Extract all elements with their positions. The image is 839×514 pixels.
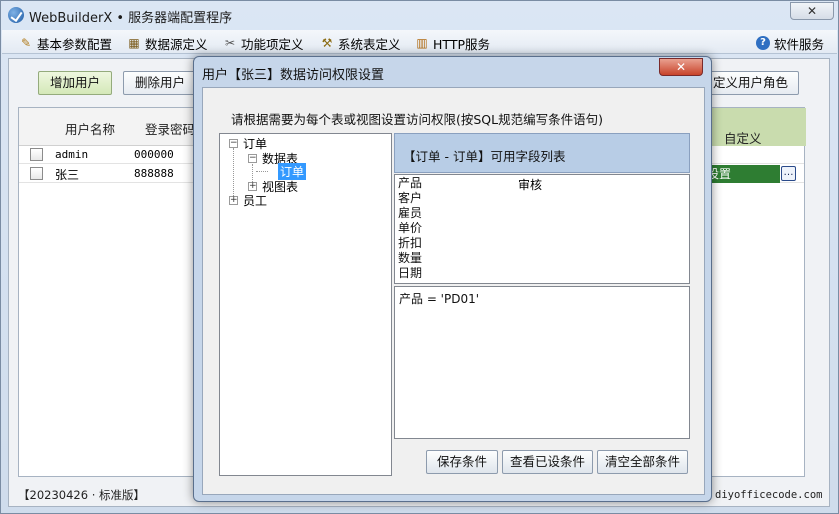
- window-close-button[interactable]: ✕: [790, 2, 834, 20]
- clear-conditions-button[interactable]: 清空全部条件: [597, 450, 688, 474]
- menu-bar: ✎ 基本参数配置 ▦ 数据源定义 ✂ 功能项定义 ⚒ 系统表定义 ▥ HTTP服…: [2, 30, 837, 54]
- menu-function-items[interactable]: ✂ 功能项定义: [223, 34, 304, 52]
- window-title: WebBuilderX • 服务器端配置程序: [29, 11, 233, 26]
- pencil-icon: ✎: [20, 36, 32, 50]
- field-item[interactable]: 折扣: [398, 236, 422, 251]
- row-checkbox[interactable]: [30, 148, 43, 161]
- menu-basic-params[interactable]: ✎ 基本参数配置: [19, 34, 112, 52]
- custom-column-header-bg: 自定义: [705, 108, 806, 146]
- menu-http-service[interactable]: ▥ HTTP服务: [415, 34, 490, 52]
- tree-expand-icon[interactable]: +: [229, 196, 238, 205]
- dialog-close-button[interactable]: ✕: [659, 58, 703, 76]
- fields-list[interactable]: 产品 审核 客户 雇员 单价 折扣 数量 日期: [394, 174, 690, 284]
- condition-editor[interactable]: 产品 = 'PD01': [394, 286, 690, 439]
- permission-dialog: 用户【张三】数据访问权限设置 ✕ 请根据需要为每个表或视图设置访问权限(按SQL…: [193, 56, 712, 502]
- tree-node-views[interactable]: 视图表: [262, 178, 298, 195]
- col-password[interactable]: 登录密码: [145, 119, 195, 138]
- menu-system-tables[interactable]: ⚒ 系统表定义: [320, 34, 401, 52]
- field-item[interactable]: 客户: [398, 191, 422, 206]
- field-item[interactable]: 产品: [398, 176, 422, 191]
- field-item[interactable]: 日期: [398, 266, 422, 281]
- col-username[interactable]: 用户名称: [65, 119, 115, 138]
- row-checkbox[interactable]: [30, 167, 43, 180]
- tree-collapse-icon[interactable]: −: [248, 154, 257, 163]
- server-icon: ▥: [416, 36, 428, 50]
- row-password: 000000: [134, 148, 174, 161]
- define-user-role-button[interactable]: 定义用户角色: [704, 71, 799, 95]
- field-item[interactable]: 数量: [398, 251, 422, 266]
- dialog-hint: 请根据需要为每个表或视图设置访问权限(按SQL规范编写条件语句): [231, 112, 603, 127]
- database-icon: ▦: [128, 36, 140, 50]
- tree-expand-icon[interactable]: +: [248, 182, 257, 191]
- table-tree: − 订单 − 数据表 订单 + 视图表 + 员工: [219, 133, 392, 476]
- condition-text: 产品 = 'PD01': [399, 292, 480, 306]
- app-logo-icon: [8, 7, 24, 23]
- dialog-body: 请根据需要为每个表或视图设置访问权限(按SQL规范编写条件语句) − 订单 − …: [202, 87, 705, 495]
- status-version: 【20230426 · 标准版】: [18, 488, 145, 502]
- field-item[interactable]: 雇员: [398, 206, 422, 221]
- save-condition-button[interactable]: 保存条件: [426, 450, 498, 474]
- help-icon: ?: [756, 36, 770, 50]
- menu-datasource[interactable]: ▦ 数据源定义: [127, 34, 207, 52]
- menu-software-service[interactable]: ? 软件服务: [756, 34, 824, 52]
- row-username: admin: [55, 148, 89, 161]
- role-setting-cell[interactable]: 设置: [705, 165, 780, 183]
- dialog-title: 用户【张三】数据访问权限设置: [202, 68, 385, 83]
- col-custom-label: 自定义: [724, 131, 762, 146]
- add-user-button[interactable]: 增加用户: [38, 71, 112, 95]
- view-conditions-button[interactable]: 查看已设条件: [502, 450, 593, 474]
- status-website: diyofficecode.com: [715, 489, 823, 501]
- field-item[interactable]: 审核: [518, 176, 542, 193]
- wrench-icon: ⚒: [321, 36, 333, 50]
- row-username: 张三: [55, 168, 80, 182]
- fields-header: 【订单 - 订单】可用字段列表: [394, 133, 690, 173]
- row-password: 888888: [134, 167, 174, 180]
- field-item[interactable]: 单价: [398, 221, 422, 236]
- tools-icon: ✂: [224, 36, 236, 50]
- tree-node-employee[interactable]: 员工: [243, 192, 267, 209]
- fields-title: 【订单 - 订单】可用字段列表: [403, 149, 566, 164]
- title-bar: WebBuilderX • 服务器端配置程序 ✕: [1, 1, 838, 29]
- tree-collapse-icon[interactable]: −: [229, 139, 238, 148]
- ellipsis-button[interactable]: …: [781, 166, 796, 181]
- delete-user-button[interactable]: 删除用户: [123, 71, 197, 95]
